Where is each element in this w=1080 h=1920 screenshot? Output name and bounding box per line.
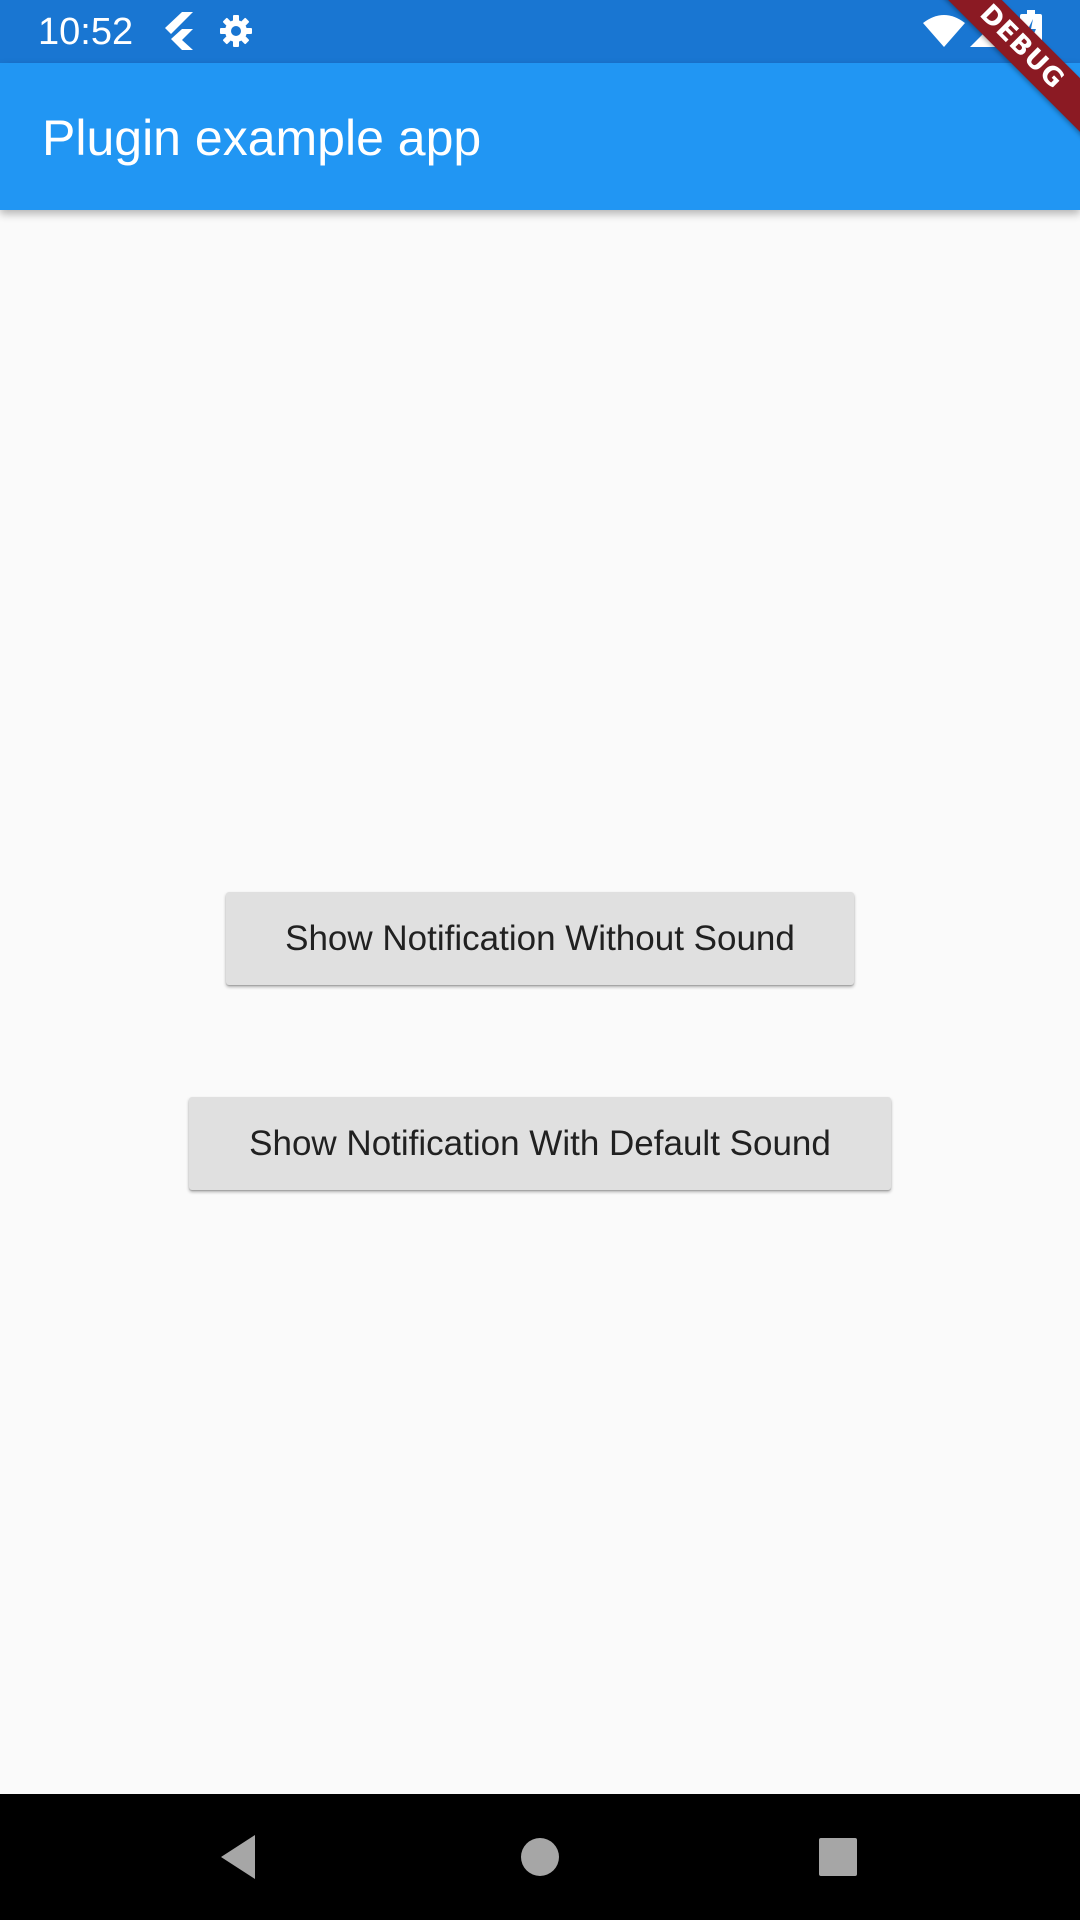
status-time: 10:52	[38, 11, 134, 53]
app-bar: Plugin example app	[0, 63, 1080, 210]
page-title: Plugin example app	[42, 110, 482, 166]
flutter-icon	[162, 12, 196, 55]
home-circle-icon[interactable]	[505, 1822, 575, 1892]
system-navigation-bar	[0, 1794, 1080, 1920]
show-notification-with-default-sound-button[interactable]: Show Notification With Default Sound	[189, 1097, 891, 1190]
app-screen: 10:52 Plugin example app DEBUG Show Noti…	[0, 0, 1080, 1920]
back-triangle-icon[interactable]	[203, 1822, 273, 1892]
status-bar: 10:52	[0, 0, 1080, 63]
settings-gear-icon	[218, 13, 254, 54]
wifi-icon	[922, 14, 966, 53]
recents-square-icon[interactable]	[803, 1822, 873, 1892]
show-notification-without-sound-button[interactable]: Show Notification Without Sound	[226, 892, 854, 985]
